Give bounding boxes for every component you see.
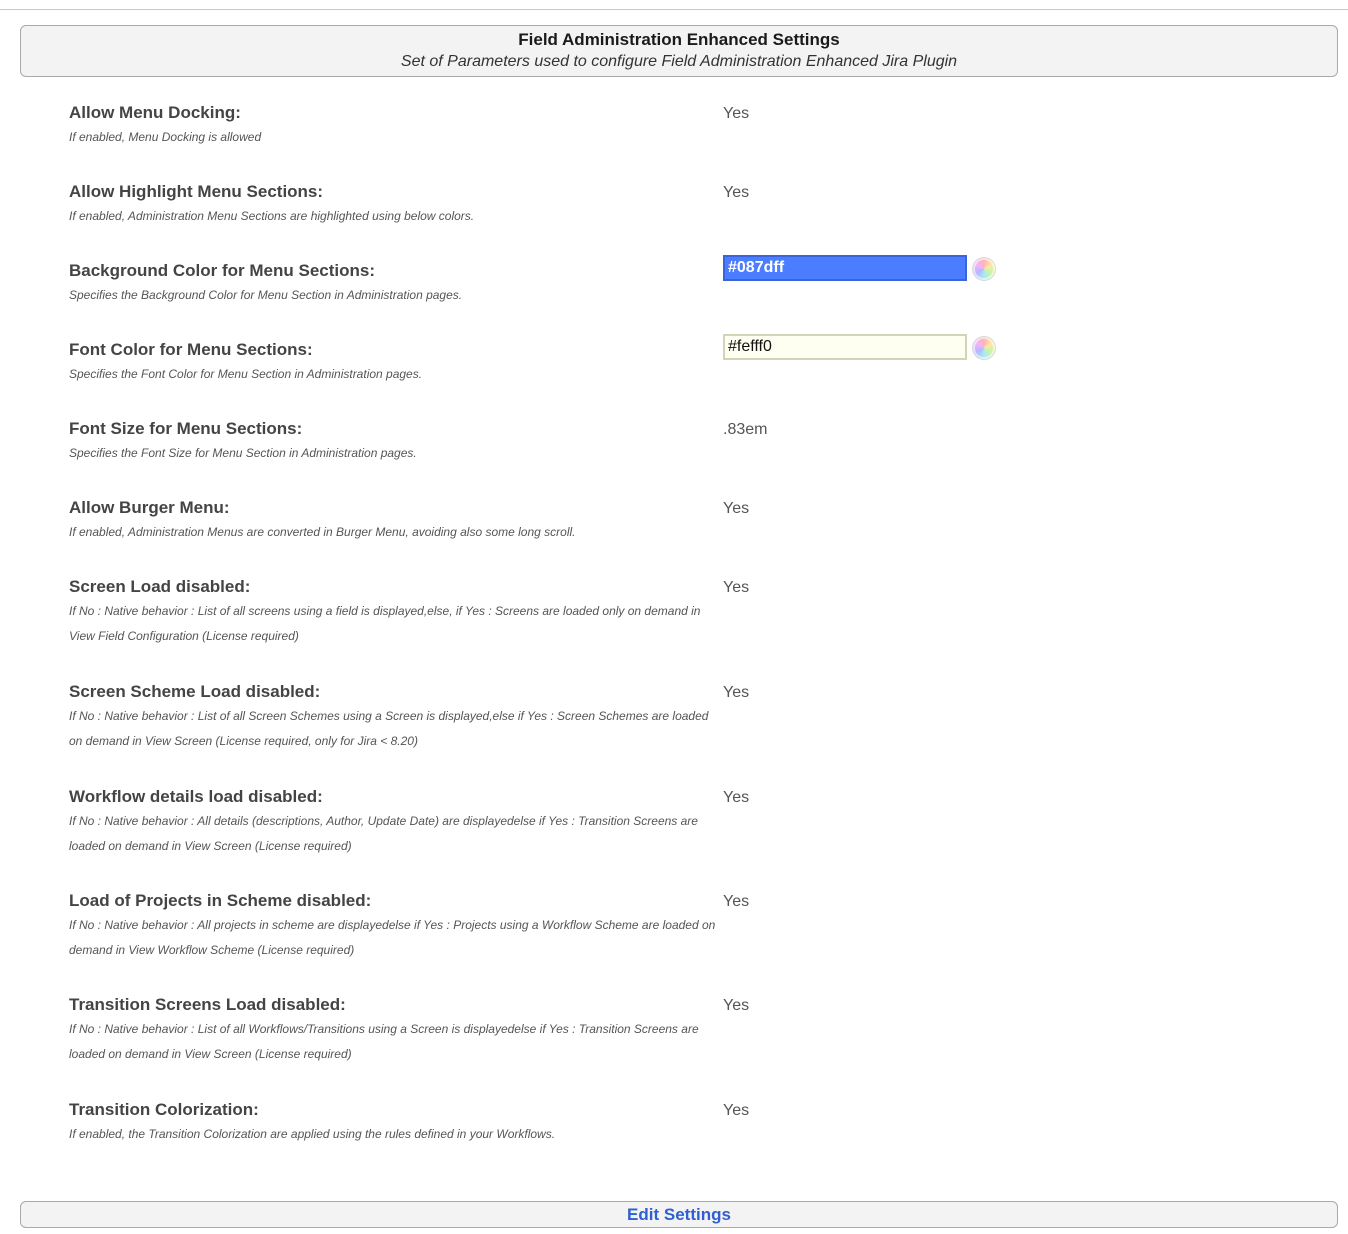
setting-description: Specifies the Font Size for Menu Section… — [69, 446, 417, 460]
setting-description: If No : Native behavior : All details (d… — [69, 814, 698, 853]
setting-label: Background Color for Menu Sections: — [69, 261, 376, 280]
setting-description: If No : Native behavior : All projects i… — [69, 918, 716, 957]
setting-label: Font Color for Menu Sections: — [69, 340, 313, 359]
settings-header: Field Administration Enhanced Settings S… — [20, 25, 1338, 77]
color-wheel-icon[interactable] — [973, 337, 995, 359]
page-title: Field Administration Enhanced Settings — [518, 30, 840, 49]
setting-label: Allow Burger Menu: — [69, 498, 230, 517]
setting-label: Workflow details load disabled: — [69, 787, 323, 806]
setting-label: Transition Screens Load disabled: — [69, 995, 346, 1014]
setting-description: Specifies the Font Color for Menu Sectio… — [69, 367, 423, 381]
setting-value: Yes — [723, 997, 750, 1014]
background-color-field[interactable] — [723, 255, 967, 281]
page-subtitle: Set of Parameters used to configure Fiel… — [400, 53, 958, 70]
setting-description: If No : Native behavior : List of all sc… — [69, 604, 701, 643]
setting-label: Load of Projects in Scheme disabled: — [69, 891, 372, 910]
setting-label: Screen Load disabled: — [69, 577, 251, 596]
setting-value: Yes — [723, 684, 750, 701]
setting-value: Yes — [723, 500, 750, 517]
font-color-field[interactable] — [723, 334, 967, 360]
setting-value: Yes — [723, 1102, 750, 1119]
setting-value: Yes — [723, 184, 750, 201]
setting-value: Yes — [723, 893, 750, 910]
setting-description: If enabled, the Transition Colorization … — [69, 1127, 556, 1141]
setting-label: Font Size for Menu Sections: — [69, 419, 303, 438]
setting-value: Yes — [723, 579, 750, 596]
setting-label: Screen Scheme Load disabled: — [69, 682, 321, 701]
setting-description: Specifies the Background Color for Menu … — [69, 288, 463, 302]
setting-description: If No : Native behavior : List of all Sc… — [69, 709, 709, 748]
setting-label: Allow Highlight Menu Sections: — [69, 182, 324, 201]
edit-settings-button[interactable]: Edit Settings — [627, 1205, 731, 1225]
setting-value: Yes — [723, 105, 750, 122]
setting-value: .83em — [723, 421, 768, 438]
setting-label: Transition Colorization: — [69, 1100, 259, 1119]
setting-description: If No : Native behavior : List of all Wo… — [69, 1022, 699, 1061]
setting-description: If enabled, Administration Menus are con… — [69, 525, 576, 539]
top-divider — [0, 9, 1348, 10]
setting-label: Allow Menu Docking: — [69, 103, 241, 122]
setting-description: If enabled, Menu Docking is allowed — [69, 130, 262, 144]
settings-footer: Edit Settings — [20, 1201, 1338, 1228]
color-wheel-icon[interactable] — [973, 258, 995, 280]
setting-value: Yes — [723, 789, 750, 806]
setting-description: If enabled, Administration Menu Sections… — [69, 209, 475, 223]
